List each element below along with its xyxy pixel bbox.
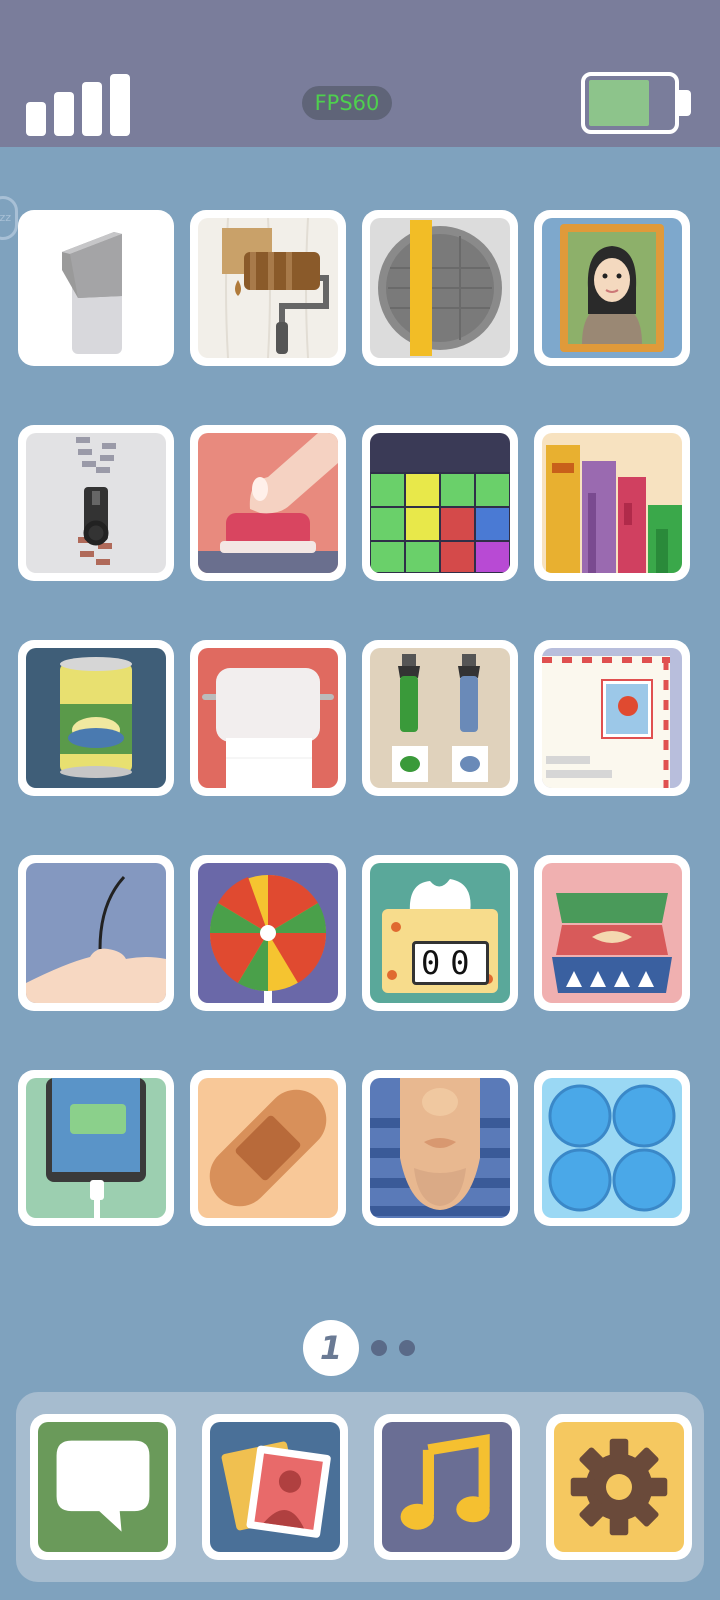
music-icon <box>400 1433 490 1530</box>
current-page-badge[interactable]: 1 <box>303 1320 359 1376</box>
level-5-tile[interactable] <box>18 425 174 581</box>
level-18-tile[interactable] <box>190 1070 346 1226</box>
status-bar: FPS60 <box>0 0 720 147</box>
level-2-tile[interactable] <box>190 210 346 366</box>
paint-roller-icon <box>222 218 329 358</box>
manhole-cover-icon <box>378 220 502 356</box>
mona-lisa-painting-icon <box>560 224 664 352</box>
level-19-tile[interactable] <box>362 1070 518 1226</box>
page-dot-3[interactable] <box>399 1340 415 1356</box>
music-app[interactable] <box>374 1414 520 1560</box>
level-8-tile[interactable] <box>534 425 690 581</box>
level-7-tile[interactable] <box>362 425 518 581</box>
signal-strength-icon <box>26 74 132 136</box>
level-16-tile[interactable] <box>534 855 690 1011</box>
messages-icon <box>56 1440 150 1532</box>
photos-app[interactable] <box>202 1414 348 1560</box>
soup-can-icon <box>60 657 132 778</box>
light-switch-icon <box>62 232 122 354</box>
level-3-tile[interactable] <box>362 210 518 366</box>
hair-strand-icon <box>26 875 166 1003</box>
bandage-icon <box>209 1089 327 1207</box>
messages-app[interactable] <box>30 1414 176 1560</box>
photos-icon <box>221 1441 331 1538</box>
page-dot-2[interactable] <box>371 1340 387 1356</box>
level-11-tile[interactable] <box>362 640 518 796</box>
stacked-bowls-icon <box>552 893 672 993</box>
level-4-tile[interactable] <box>534 210 690 366</box>
block-puzzle-icon <box>370 472 510 573</box>
lollipop-icon <box>209 874 327 1003</box>
paint-tubes-icon <box>392 654 488 782</box>
settings-icon <box>570 1438 668 1536</box>
level-10-tile[interactable] <box>190 640 346 796</box>
level-6-tile[interactable] <box>190 425 346 581</box>
bubble-wrap-icon <box>548 1084 676 1212</box>
dock <box>16 1392 704 1582</box>
level-17-tile[interactable] <box>18 1070 174 1226</box>
level-12-tile[interactable] <box>534 640 690 796</box>
push-button-icon <box>198 433 338 573</box>
level-15-tile[interactable]: 00 <box>362 855 518 1011</box>
phone-charging-icon <box>46 1078 146 1218</box>
level-14-tile[interactable] <box>190 855 346 1011</box>
tissue-counter: 00 <box>412 941 489 985</box>
level-1-tile[interactable] <box>18 210 174 366</box>
level-20-tile[interactable] <box>534 1070 690 1226</box>
battery-icon <box>581 72 691 138</box>
face-shave-icon <box>370 1078 510 1216</box>
level-13-tile[interactable] <box>18 855 174 1011</box>
zipper-icon <box>76 437 116 565</box>
toilet-paper-icon <box>202 668 334 788</box>
settings-app[interactable] <box>546 1414 692 1560</box>
level-9-tile[interactable] <box>18 640 174 796</box>
fps-counter: FPS60 <box>302 86 392 120</box>
airmail-letter-icon <box>542 656 670 788</box>
sleep-badge[interactable]: zz <box>0 196 18 240</box>
bookshelf-icon <box>546 445 682 573</box>
